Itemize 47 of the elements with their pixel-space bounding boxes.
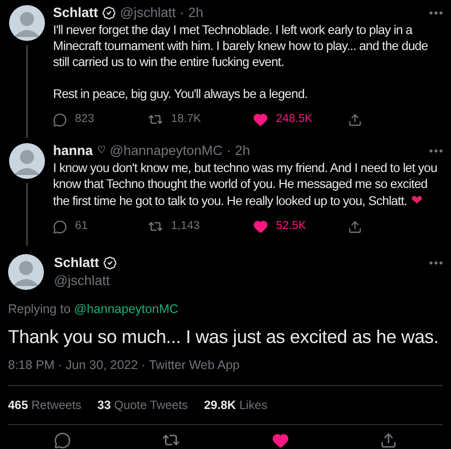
- user-name[interactable]: hanna: [53, 143, 93, 160]
- share-button[interactable]: [348, 112, 362, 127]
- share-icon: [380, 432, 398, 448]
- separator-dot: ·: [226, 143, 232, 160]
- tweet-text: I know you don't know me, but techno was my friend. And I need to let you know that Techno thought the world of you. He messaged me so excited the first time he got to talk to you. He really looked up to you, Schlatt. ❤: [53, 160, 438, 210]
- more-icon[interactable]: [429, 11, 443, 15]
- separator-dot: ·: [180, 5, 184, 21]
- heart-icon: [253, 219, 268, 234]
- retweet-button[interactable]: 1,143: [148, 218, 253, 236]
- user-handle[interactable]: @hannapeytonMC: [110, 143, 223, 160]
- tweet-text: Rest in peace, big guy. You'll always be a legend.: [53, 86, 309, 102]
- like-button[interactable]: 52.5K: [253, 218, 348, 236]
- stat-count[interactable]: 33 Quote Tweets: [97, 396, 188, 414]
- heart-icon: [272, 432, 289, 448]
- avatar[interactable]: [8, 254, 44, 290]
- stat-count[interactable]: 465 Retweets: [8, 396, 82, 414]
- tweet-time[interactable]: 2h: [188, 5, 204, 21]
- tweet-time[interactable]: 2h: [235, 143, 250, 160]
- user-handle[interactable]: @jschlatt: [54, 272, 443, 290]
- user-handle[interactable]: @jschlatt: [120, 5, 176, 21]
- like-button[interactable]: 248.5K: [253, 111, 348, 128]
- share-icon: [348, 112, 362, 127]
- reply-button[interactable]: [54, 431, 71, 449]
- replying-to: Replying to @hannapeytonMC: [8, 300, 180, 318]
- heart-icon: [253, 112, 268, 128]
- more-icon[interactable]: [429, 260, 443, 264]
- retweet-button[interactable]: 18.7K: [148, 111, 253, 128]
- like-button[interactable]: [272, 431, 289, 449]
- reply-icon: [54, 432, 71, 448]
- user-name[interactable]: Schlatt: [53, 5, 98, 21]
- reply-button[interactable]: 823: [53, 111, 148, 128]
- name-symbol: ♡: [96, 144, 106, 158]
- reply-icon: [53, 112, 67, 127]
- tweet-text: I'll never forget the day I met Technoblade. I left work early to play in a Minecraft tournament with him. I barely knew how to play... and the dude still carried us to win the entire fucking event.: [53, 22, 429, 70]
- avatar[interactable]: [9, 143, 45, 180]
- reply-button[interactable]: 61: [53, 218, 148, 236]
- share-button[interactable]: [380, 431, 398, 449]
- more-icon[interactable]: [429, 149, 443, 154]
- mention-link[interactable]: @hannapeytonMC: [74, 302, 178, 316]
- avatar[interactable]: [9, 5, 45, 41]
- tweet-text: Thank you so much... I was just as excited as he was.: [8, 326, 440, 348]
- stat-count[interactable]: 29.8K Likes: [204, 396, 268, 414]
- reply-icon: [53, 220, 67, 234]
- share-button[interactable]: [348, 220, 362, 234]
- user-name[interactable]: Schlatt: [54, 254, 100, 272]
- tweet-meta: 8:18 PM · Jun 30, 2022 · Twitter Web App: [8, 356, 443, 386]
- share-icon: [348, 220, 362, 234]
